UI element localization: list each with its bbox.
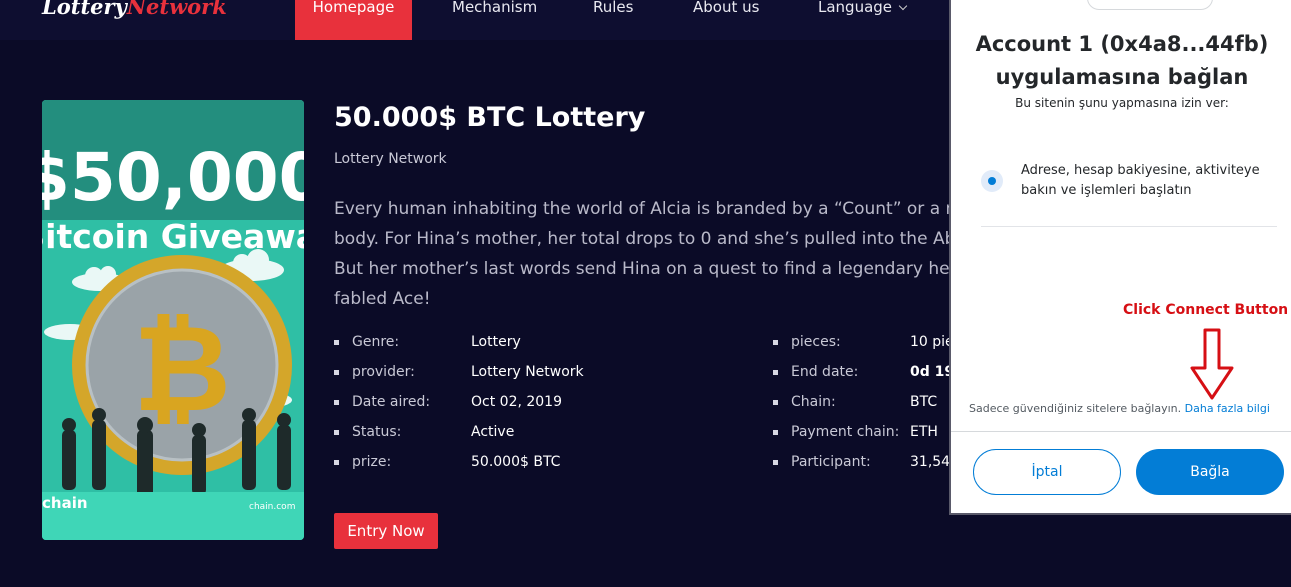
detail-date-aired: Date aired: Oct 02, 2019 (334, 394, 734, 414)
connect-button[interactable]: Bağla (1136, 449, 1284, 495)
bitcoin-giveaway-illustration: $50,000 Bitcoin Giveaway ₿ chain chain.c… (42, 100, 304, 540)
footer-divider (951, 431, 1291, 432)
logo-accent-text: Network (126, 0, 227, 19)
detail-key: Participant: (791, 454, 871, 470)
description-line: fabled Ace! (334, 289, 431, 309)
trust-warning-text: Sadece güvendiğiniz sitelere bağlayın. (969, 402, 1182, 415)
detail-provider: provider: Lottery Network (334, 364, 734, 384)
permission-text-line2: bakın ve işlemleri başlatın (1021, 183, 1192, 198)
site-logo[interactable]: LotteryNetwork (42, 0, 227, 19)
divider (981, 226, 1277, 227)
bullet-icon (773, 430, 778, 435)
permission-text-line1: Adrese, hesap bakiyesine, aktiviteye (1021, 163, 1260, 178)
detail-pieces: pieces: 10 pie (773, 334, 954, 354)
down-arrow-annotation-icon (1190, 328, 1234, 400)
trust-warning: Sadece güvendiğiniz sitelere bağlayın. D… (969, 402, 1270, 415)
bullet-icon (334, 340, 339, 345)
detail-genre: Genre: Lottery (334, 334, 734, 354)
bullet-icon (773, 370, 778, 375)
bullet-icon (334, 400, 339, 405)
nav-about-us[interactable]: About us (693, 0, 759, 40)
detail-end-date: End date: 0d 19 (773, 364, 954, 384)
bullet-icon (773, 340, 778, 345)
detail-chain: Chain: BTC (773, 394, 949, 414)
detail-value: 10 pie (910, 334, 954, 350)
poster-footer-left: chain (42, 494, 88, 512)
detail-status: Status: Active (334, 424, 734, 444)
detail-key: Payment chain: (791, 424, 900, 440)
detail-prize: prize: 50.000$ BTC (334, 454, 734, 474)
permission-text: Adrese, hesap bakiyesine, aktiviteye bak… (1021, 161, 1281, 201)
detail-value: Active (471, 424, 515, 440)
detail-value: 31,54 (910, 454, 951, 470)
bullet-icon (334, 430, 339, 435)
detail-value: 50.000$ BTC (471, 454, 561, 470)
poster-giveaway-text: Bitcoin Giveaway (42, 217, 304, 256)
description-line: But her mother’s last words send Hina on… (334, 259, 957, 279)
nav-homepage[interactable]: Homepage (295, 0, 412, 40)
lottery-poster: $50,000 Bitcoin Giveaway ₿ chain chain.c… (42, 100, 304, 540)
detail-value: Lottery Network (471, 364, 584, 380)
lottery-description: Every human inhabiting the world of Alci… (334, 194, 974, 314)
detail-key: Status: (352, 424, 402, 440)
bullet-icon (334, 460, 339, 465)
site-origin-pill (1087, 0, 1213, 10)
detail-key: provider: (352, 364, 415, 380)
nav-language[interactable]: Language (818, 0, 908, 40)
lottery-title: 50.000$ BTC Lottery (334, 102, 646, 133)
detail-participant: Participant: 31,54 (773, 454, 951, 474)
nav-language-label: Language (818, 0, 893, 16)
bullet-icon (334, 370, 339, 375)
poster-amount-text: $50,000 (42, 139, 304, 216)
annotation-click-connect: Click Connect Button (1123, 302, 1289, 318)
detail-key: pieces: (791, 334, 841, 350)
learn-more-link[interactable]: Daha fazla bilgi (1185, 402, 1270, 415)
logo-main-text: Lottery (42, 0, 127, 19)
detail-key: End date: (791, 364, 859, 380)
entry-now-button[interactable]: Entry Now (334, 513, 438, 549)
detail-value: Lottery (471, 334, 521, 350)
detail-key: prize: (352, 454, 392, 470)
detail-payment-chain: Payment chain: ETH (773, 424, 949, 444)
detail-value: Oct 02, 2019 (471, 394, 562, 410)
wallet-connect-popup: Account 1 (0x4a8...44fb) uygulamasına ba… (949, 0, 1291, 515)
poster-footer-right: chain.com (249, 502, 295, 512)
cancel-button[interactable]: İptal (973, 449, 1121, 495)
permission-intro: Bu sitenin şunu yapmasına izin ver: (1015, 96, 1229, 110)
connect-heading-line1: Account 1 (0x4a8...44fb) (975, 32, 1269, 56)
lottery-provider: Lottery Network (334, 151, 447, 167)
detail-value: 0d 19 (910, 364, 955, 380)
bullet-icon (773, 400, 778, 405)
detail-value: ETH (910, 424, 938, 440)
nav-mechanism[interactable]: Mechanism (452, 0, 537, 40)
chevron-down-icon (898, 1, 908, 11)
connect-heading-line2: uygulamasına bağlan (995, 65, 1249, 89)
detail-key: Chain: (791, 394, 836, 410)
nav-rules[interactable]: Rules (593, 0, 633, 40)
eye-icon (981, 170, 1003, 192)
bullet-icon (773, 460, 778, 465)
detail-key: Genre: (352, 334, 400, 350)
connect-heading: Account 1 (0x4a8...44fb) uygulamasına ba… (951, 28, 1291, 94)
detail-value: BTC (910, 394, 938, 410)
detail-key: Date aired: (352, 394, 431, 410)
description-line: body. For Hina’s mother, her total drops… (334, 229, 966, 249)
description-line: Every human inhabiting the world of Alci… (334, 199, 957, 219)
